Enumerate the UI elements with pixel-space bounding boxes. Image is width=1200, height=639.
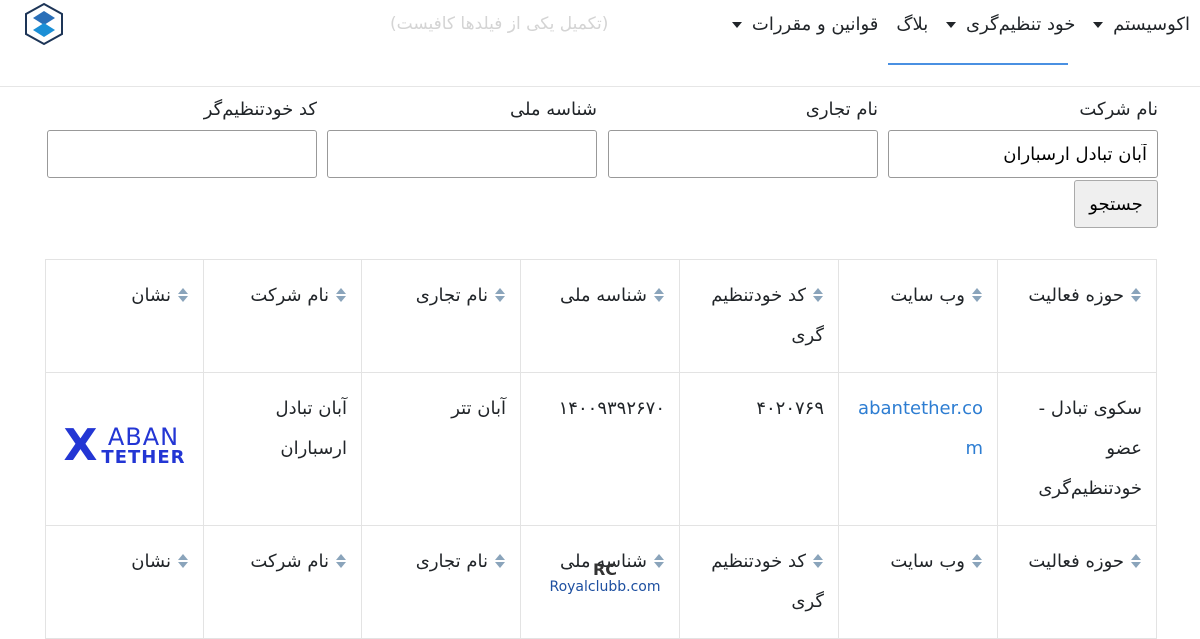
table-header-row: حوزه فعالیت وب سایت کد خودتنظیم گری شناس… xyxy=(45,259,1157,373)
company-name-label: نام شرکت xyxy=(1079,99,1158,120)
nav-item-label: بلاگ xyxy=(896,14,929,35)
regulation-code-group: کد خودتنظیم‌گر xyxy=(47,96,317,178)
cell-company: آبان تبادل ارسباران xyxy=(203,372,362,526)
column-header-company[interactable]: نام شرکت xyxy=(203,525,362,639)
cell-website: abantether.com xyxy=(838,372,998,526)
nav-item-blog[interactable]: بلاگ xyxy=(896,12,929,37)
cell-field: سکوی تبادل - عضو خودتنظیم‌گری xyxy=(997,372,1157,526)
caret-down-icon xyxy=(732,22,743,28)
column-header-field[interactable]: حوزه فعالیت xyxy=(997,259,1157,373)
sort-icon xyxy=(971,288,983,304)
national-id-group: شناسه ملی xyxy=(327,96,597,178)
caret-down-icon xyxy=(1093,22,1104,28)
sort-icon xyxy=(1130,554,1142,570)
top-navbar: (تکمیل یکی از فیلدها کافیست) اکوسیستم خو… xyxy=(0,0,1200,87)
cell-logo: X ABAN TETHER xyxy=(45,372,204,526)
aban-tether-logo: X ABAN TETHER xyxy=(63,419,186,471)
nav-item-ecosystem[interactable]: اکوسیستم xyxy=(1093,12,1190,37)
watermark-logo: RC xyxy=(592,560,618,579)
column-header-trade-name[interactable]: نام تجاری xyxy=(361,259,521,373)
site-logo[interactable] xyxy=(22,2,66,46)
search-button[interactable]: جستجو xyxy=(1074,180,1158,228)
sort-icon xyxy=(177,288,189,304)
company-name-group: نام شرکت xyxy=(888,96,1158,178)
company-name-input[interactable] xyxy=(888,130,1158,178)
column-header-company[interactable]: نام شرکت xyxy=(203,259,362,373)
nav-menu: اکوسیستم خود تنظیم‌گری بلاگ قوانین و مقر… xyxy=(732,12,1190,37)
column-header-code[interactable]: کد خودتنظیم گری xyxy=(679,259,839,373)
table-row: سکوی تبادل - عضو خودتنظیم‌گری abantether… xyxy=(45,372,1157,526)
cell-trade-name: آبان تتر xyxy=(361,372,521,526)
sort-icon xyxy=(335,554,347,570)
sort-icon xyxy=(494,288,506,304)
hint-text: (تکمیل یکی از فیلدها کافیست) xyxy=(390,14,609,34)
sort-icon xyxy=(177,554,189,570)
nav-item-self-regulation[interactable]: خود تنظیم‌گری xyxy=(946,12,1076,37)
watermark: RC Royalclubb.com xyxy=(540,560,670,595)
sort-icon xyxy=(494,554,506,570)
nav-item-label: خود تنظیم‌گری xyxy=(966,14,1076,35)
national-id-label: شناسه ملی xyxy=(509,99,597,120)
sort-icon xyxy=(812,288,824,304)
regulation-code-input[interactable] xyxy=(47,130,317,178)
active-tab-underline xyxy=(888,63,1068,65)
watermark-text: Royalclubb.com xyxy=(540,579,670,595)
column-header-logo[interactable]: نشان xyxy=(45,525,204,639)
trade-name-input[interactable] xyxy=(608,130,878,178)
column-header-logo[interactable]: نشان xyxy=(45,259,204,373)
cell-code: ۴۰۲۰۷۶۹ xyxy=(679,372,839,526)
nav-item-label: اکوسیستم xyxy=(1113,14,1190,35)
cell-national-id: ۱۴۰۰۹۳۹۲۶۷۰ xyxy=(520,372,680,526)
website-link[interactable]: abantether.com xyxy=(858,398,983,459)
sort-icon xyxy=(1130,288,1142,304)
sort-icon xyxy=(812,554,824,570)
nav-item-label: قوانین و مقررات xyxy=(751,14,879,35)
sort-icon xyxy=(971,554,983,570)
sort-icon xyxy=(335,288,347,304)
regulation-code-label: کد خودتنظیم‌گر xyxy=(203,99,317,120)
trade-name-group: نام تجاری xyxy=(608,96,878,178)
column-header-website[interactable]: وب سایت xyxy=(838,259,998,373)
column-header-trade-name[interactable]: نام تجاری xyxy=(361,525,521,639)
sort-icon xyxy=(653,288,665,304)
column-header-code[interactable]: کد خودتنظیم گری xyxy=(679,525,839,639)
caret-down-icon xyxy=(946,22,957,28)
column-header-field[interactable]: حوزه فعالیت xyxy=(997,525,1157,639)
trade-name-label: نام تجاری xyxy=(805,99,878,120)
column-header-national-id[interactable]: شناسه ملی xyxy=(520,259,680,373)
national-id-input[interactable] xyxy=(327,130,597,178)
nav-item-rules[interactable]: قوانین و مقررات xyxy=(732,12,879,37)
column-header-website[interactable]: وب سایت xyxy=(838,525,998,639)
